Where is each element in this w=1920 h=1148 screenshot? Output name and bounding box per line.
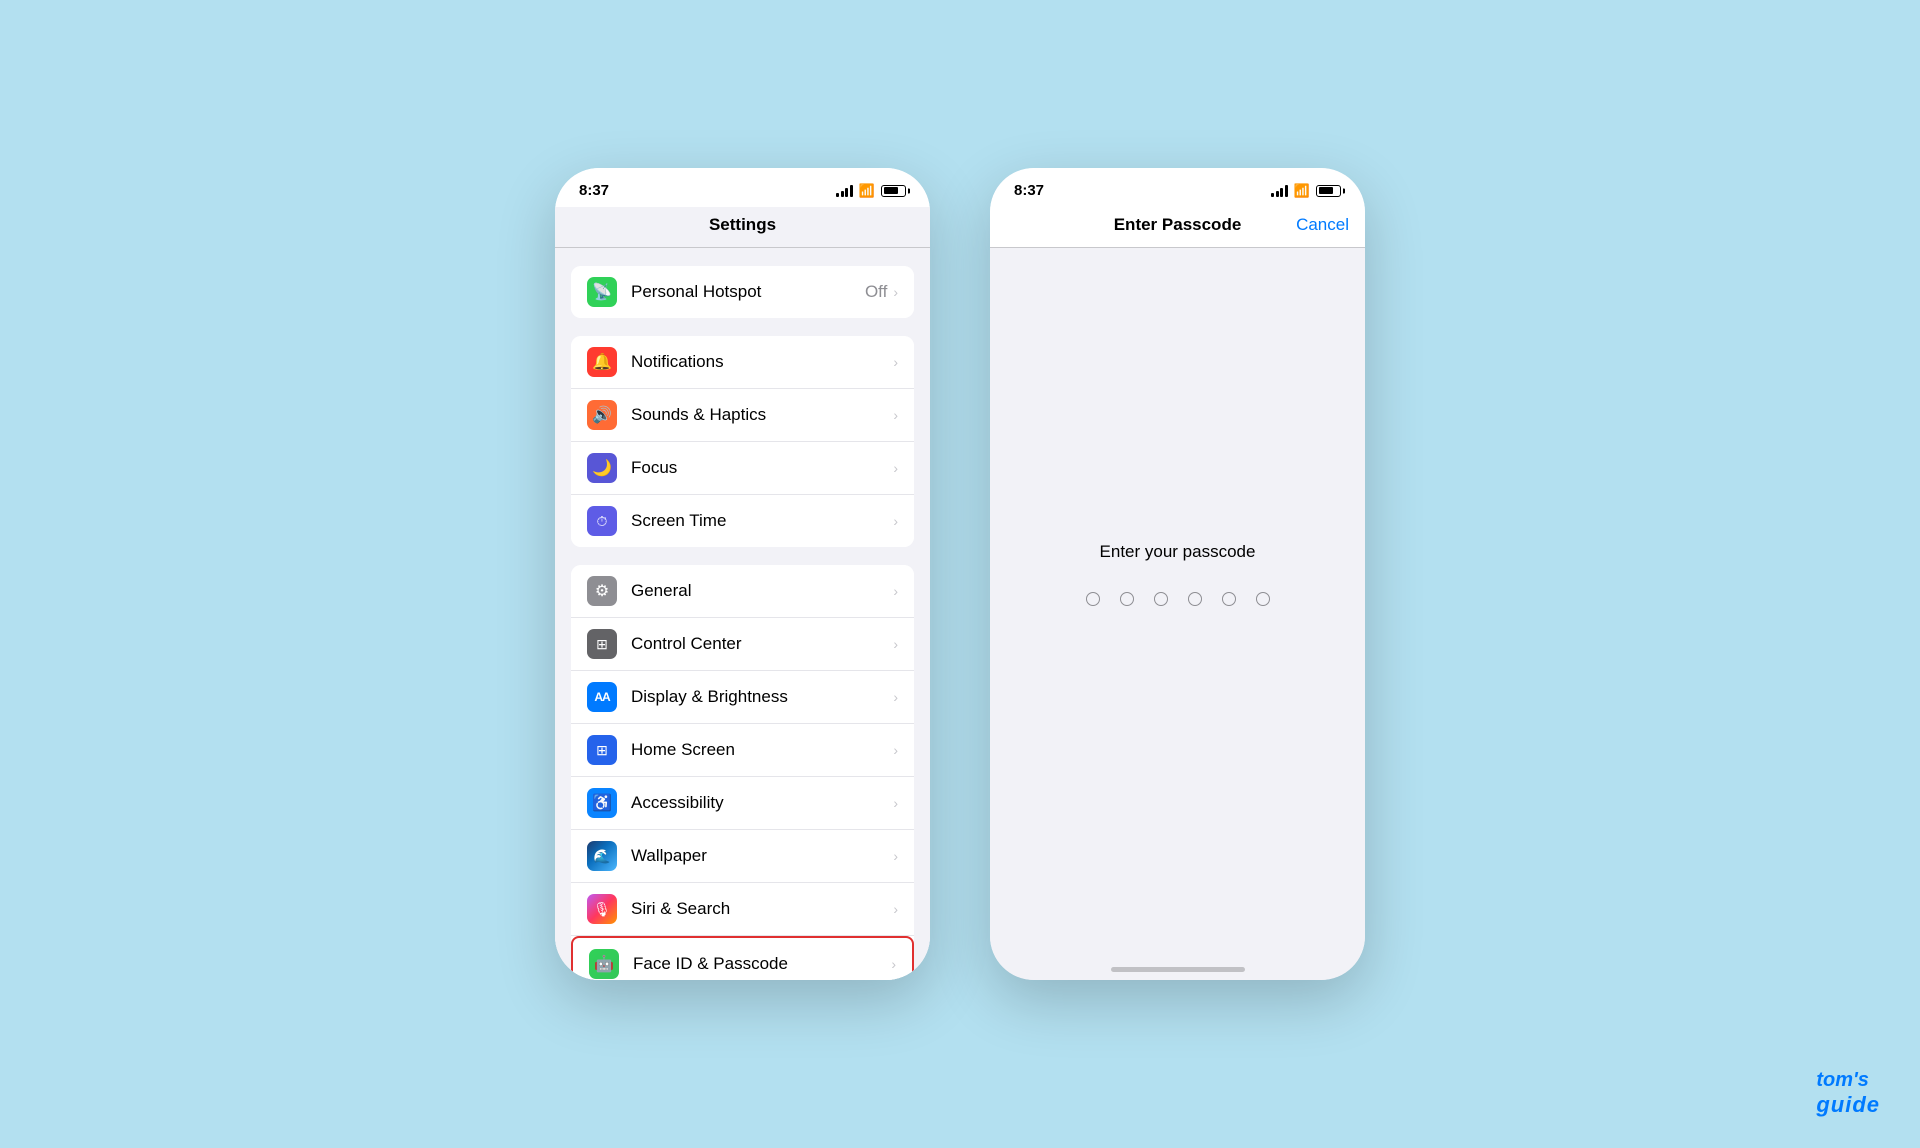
home-screen-icon: ⊞ (587, 735, 617, 765)
accessibility-icon: ♿ (587, 788, 617, 818)
notifications-label: Notifications (631, 352, 893, 372)
row-siri-search[interactable]: 🎙 Siri & Search › (571, 883, 914, 936)
status-time-left: 8:37 (579, 182, 609, 199)
row-focus[interactable]: 🌙 Focus › (571, 442, 914, 495)
home-screen-label: Home Screen (631, 740, 893, 760)
focus-label: Focus (631, 458, 893, 478)
general-icon: ⚙ (587, 576, 617, 606)
screen-time-chevron: › (893, 513, 898, 529)
wifi-icon-right: 📶 (1294, 183, 1310, 199)
passcode-content: Enter your passcode (990, 248, 1365, 980)
display-label: Display & Brightness (631, 687, 893, 707)
hotspot-chevron: › (893, 284, 898, 300)
faceid-icon: 🤖 (589, 949, 619, 979)
passcode-cancel-button[interactable]: Cancel (1296, 215, 1349, 235)
passcode-dot-4 (1188, 592, 1202, 606)
signal-bars-icon-right (1271, 185, 1288, 197)
focus-chevron: › (893, 460, 898, 476)
passcode-dot-2 (1120, 592, 1134, 606)
sounds-chevron: › (893, 407, 898, 423)
passcode-header: Enter Passcode Cancel (990, 207, 1365, 248)
row-screen-time[interactable]: ⏱ Screen Time › (571, 495, 914, 547)
status-icons-left: 📶 (836, 183, 906, 199)
settings-scroll[interactable]: 📡 Personal Hotspot Off › 🔔 Notifica (555, 248, 930, 980)
passcode-phone: 8:37 📶 Enter Passcode Cancel Enter your … (990, 168, 1365, 980)
settings-list-general: ⚙ General › ⊞ Control Center › (571, 565, 914, 980)
hotspot-value: Off (865, 282, 887, 302)
screen-time-label: Screen Time (631, 511, 893, 531)
control-center-chevron: › (893, 636, 898, 652)
siri-chevron: › (893, 901, 898, 917)
faceid-chevron: › (891, 956, 896, 972)
wallpaper-label: Wallpaper (631, 846, 893, 866)
battery-icon (881, 185, 906, 197)
status-bar-left: 8:37 📶 (555, 168, 930, 207)
row-accessibility[interactable]: ♿ Accessibility › (571, 777, 914, 830)
battery-icon-right (1316, 185, 1341, 197)
row-faceid-passcode[interactable]: 🤖 Face ID & Passcode › (571, 936, 914, 980)
notifications-chevron: › (893, 354, 898, 370)
hotspot-label: Personal Hotspot (631, 282, 865, 302)
display-icon: AA (587, 682, 617, 712)
settings-header: Settings (555, 207, 930, 248)
control-center-label: Control Center (631, 634, 893, 654)
row-sounds-haptics[interactable]: 🔊 Sounds & Haptics › (571, 389, 914, 442)
home-screen-chevron: › (893, 742, 898, 758)
row-control-center[interactable]: ⊞ Control Center › (571, 618, 914, 671)
passcode-dot-6 (1256, 592, 1270, 606)
general-chevron: › (893, 583, 898, 599)
status-time-right: 8:37 (1014, 182, 1044, 199)
home-indicator-right (1111, 967, 1245, 972)
status-icons-right: 📶 (1271, 183, 1341, 199)
sounds-label: Sounds & Haptics (631, 405, 893, 425)
passcode-prompt: Enter your passcode (1100, 542, 1256, 562)
passcode-dot-5 (1222, 592, 1236, 606)
section-general: ⚙ General › ⊞ Control Center › (555, 565, 930, 980)
row-home-screen[interactable]: ⊞ Home Screen › (571, 724, 914, 777)
passcode-dot-1 (1086, 592, 1100, 606)
signal-bars-icon (836, 185, 853, 197)
passcode-dots (1086, 592, 1270, 606)
faceid-label: Face ID & Passcode (633, 954, 891, 974)
focus-icon: 🌙 (587, 453, 617, 483)
wallpaper-icon: 🌊 (587, 841, 617, 871)
passcode-title: Enter Passcode (1114, 215, 1242, 235)
sounds-icon: 🔊 (587, 400, 617, 430)
row-general[interactable]: ⚙ General › (571, 565, 914, 618)
settings-title: Settings (571, 215, 914, 235)
row-notifications[interactable]: 🔔 Notifications › (571, 336, 914, 389)
control-center-icon: ⊞ (587, 629, 617, 659)
siri-icon: 🎙 (587, 894, 617, 924)
accessibility-chevron: › (893, 795, 898, 811)
status-bar-right: 8:37 📶 (990, 168, 1365, 207)
passcode-dot-3 (1154, 592, 1168, 606)
settings-list-notifications: 🔔 Notifications › 🔊 Sounds & Haptics › (571, 336, 914, 547)
settings-list-hotspot: 📡 Personal Hotspot Off › (571, 266, 914, 318)
siri-label: Siri & Search (631, 899, 893, 919)
row-wallpaper[interactable]: 🌊 Wallpaper › (571, 830, 914, 883)
watermark-line2: guide (1816, 1092, 1880, 1118)
accessibility-label: Accessibility (631, 793, 893, 813)
notifications-icon: 🔔 (587, 347, 617, 377)
settings-phone: 8:37 📶 Settings 📡 (555, 168, 930, 980)
display-chevron: › (893, 689, 898, 705)
section-notifications: 🔔 Notifications › 🔊 Sounds & Haptics › (555, 336, 930, 547)
hotspot-icon: 📡 (587, 277, 617, 307)
row-display-brightness[interactable]: AA Display & Brightness › (571, 671, 914, 724)
wallpaper-chevron: › (893, 848, 898, 864)
wifi-icon: 📶 (859, 183, 875, 199)
screen-time-icon: ⏱ (587, 506, 617, 536)
watermark-line1: tom's (1816, 1069, 1880, 1092)
section-hotspot: 📡 Personal Hotspot Off › (555, 266, 930, 318)
watermark: tom's guide (1816, 1069, 1880, 1118)
general-label: General (631, 581, 893, 601)
row-personal-hotspot[interactable]: 📡 Personal Hotspot Off › (571, 266, 914, 318)
